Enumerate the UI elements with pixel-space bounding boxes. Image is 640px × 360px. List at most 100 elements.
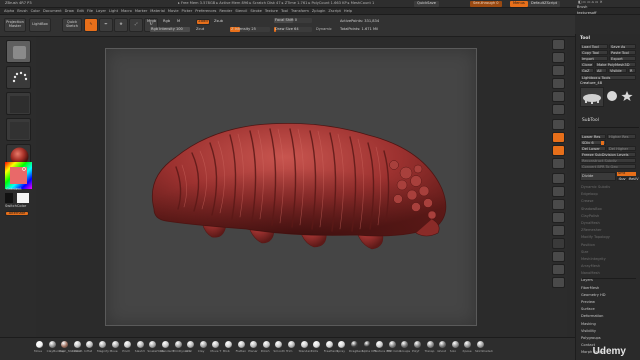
switch-color-button[interactable]: SwitchColor	[5, 204, 26, 209]
rotate-icon[interactable]	[552, 225, 565, 236]
m-button[interactable]: M	[177, 19, 180, 24]
shelf-clay-icon[interactable]	[199, 341, 207, 348]
gradient-label[interactable]: Gradient	[6, 187, 22, 192]
scale-button[interactable]: ⤢	[129, 18, 143, 32]
shelf-dots-icon[interactable]	[313, 341, 321, 348]
zsub-button[interactable]: Zsub	[214, 19, 223, 24]
menu-item-zplugin[interactable]: Zplugin	[312, 9, 326, 14]
quick-sketch-button[interactable]: Quick Sketch	[62, 18, 82, 32]
higher-res-button[interactable]: Higher Res	[607, 134, 636, 139]
shelf-claybuildup-icon[interactable]	[48, 341, 56, 348]
shelf-standard-icon[interactable]	[300, 341, 308, 348]
shelf-orb-icon[interactable]	[187, 341, 195, 348]
sphere-tool-thumbnail[interactable]	[606, 87, 618, 101]
main-color-swatch[interactable]	[5, 193, 13, 203]
shelf-groups-icon[interactable]	[401, 341, 409, 348]
menu-item-layer[interactable]: Layer	[96, 9, 106, 14]
menu-item-alpha[interactable]: Alpha	[4, 9, 14, 14]
shelf-texture-off-icon[interactable]	[376, 341, 384, 348]
menu-item-material[interactable]: Material	[150, 9, 165, 14]
smt-toggle[interactable]: Smt	[617, 171, 636, 176]
draw-size-slider[interactable]: Draw Size 64	[274, 27, 312, 32]
zadd-button[interactable]: Zadd	[196, 19, 210, 25]
shelf-alpha-off-icon[interactable]	[363, 341, 371, 348]
menu-item-movie[interactable]: Movie	[168, 9, 179, 14]
texture-thumbnail[interactable]	[6, 118, 31, 141]
actual-icon[interactable]	[552, 91, 565, 102]
spix-icon[interactable]	[552, 52, 565, 63]
import-button[interactable]: Import	[580, 56, 608, 61]
bpr-icon[interactable]	[552, 39, 565, 50]
menu-item-draw[interactable]: Draw	[65, 9, 74, 14]
shelf-dam-standard-icon[interactable]	[61, 341, 69, 348]
tool-section-position[interactable]: Position	[581, 243, 636, 251]
shelf-transp-icon[interactable]	[426, 341, 434, 348]
del-higher-button[interactable]: Del Higher	[607, 146, 636, 151]
visible-button[interactable]: Visible	[608, 68, 627, 73]
default-zscript-button[interactable]: DefaultZScript	[528, 1, 561, 7]
see-through-slider[interactable]: See-through 0	[470, 1, 502, 7]
menu-item-file[interactable]: File	[87, 9, 93, 14]
scroll-icon[interactable]	[552, 65, 565, 76]
draw-button[interactable]: ✏	[99, 18, 113, 32]
floor-icon[interactable]	[552, 132, 565, 143]
menu-item-preferences[interactable]: Preferences	[195, 9, 216, 14]
copy-tool-button[interactable]: Copy Tool	[580, 50, 608, 55]
color-picker[interactable]	[5, 162, 32, 189]
suv-toggle[interactable]: Suv	[617, 177, 626, 181]
shelf-skinshade4-icon[interactable]	[477, 341, 484, 348]
stroke-thumbnail[interactable]	[6, 66, 31, 89]
standard-brush-thumbnail[interactable]	[6, 40, 31, 63]
shelf-polish-icon[interactable]	[262, 341, 270, 348]
document-canvas[interactable]	[105, 48, 477, 326]
make-polymesh3d-button[interactable]: Make PolyMesh3D	[595, 62, 636, 67]
subtool-header[interactable]: SubTool	[582, 118, 599, 123]
menu-item-macro[interactable]: Macro	[121, 9, 132, 14]
shelf-freehand-icon[interactable]	[325, 341, 333, 348]
quicksave-button[interactable]: QuickSave	[414, 1, 439, 7]
transp-icon[interactable]	[552, 251, 565, 262]
shelf-move-icon[interactable]	[111, 341, 119, 348]
save-as-button[interactable]: Save As	[609, 44, 636, 49]
menu-item-light[interactable]: Light	[109, 9, 118, 14]
goz-button[interactable]: GoZ	[580, 68, 594, 73]
current-tool-thumbnail[interactable]	[580, 87, 604, 107]
menu-item-render[interactable]: Render	[219, 9, 232, 14]
shelf-slash3-icon[interactable]	[136, 341, 144, 348]
shelf-polyf-icon[interactable]	[414, 341, 421, 348]
aahalf-icon[interactable]	[552, 104, 565, 115]
solo-icon[interactable]	[552, 264, 565, 275]
paste-tool-button[interactable]: Paste Tool	[609, 50, 636, 55]
shelf-spray-icon[interactable]	[338, 341, 346, 348]
menu-item-stroke[interactable]: Stroke	[250, 9, 261, 14]
r-button[interactable]: R	[628, 68, 636, 73]
load-tool-button[interactable]: Load Tool	[580, 44, 608, 49]
shelf-dragrect-icon[interactable]	[351, 341, 358, 348]
move-icon[interactable]	[552, 199, 565, 210]
rgb-intensity-slider[interactable]: Rgb Intensity 100	[150, 27, 190, 32]
edit-button[interactable]: ✎	[84, 18, 98, 32]
tool-title[interactable]: Tool	[580, 36, 590, 41]
z-intensity-slider[interactable]: Z Intensity 25	[230, 27, 270, 32]
shelf-move-t-icon[interactable]	[212, 341, 220, 348]
export-button[interactable]: Export	[609, 56, 636, 61]
zcut-button[interactable]: Zcut	[196, 27, 204, 32]
menu-item-tool[interactable]: Tool	[281, 9, 288, 14]
shelf-standard-icon[interactable]	[162, 341, 169, 348]
shelf-ghost-icon[interactable]	[439, 341, 447, 348]
shelf-hpolish-icon[interactable]	[73, 341, 81, 348]
menu-item-stencil[interactable]: Stencil	[235, 9, 247, 14]
lightbox-button[interactable]: LightBox	[29, 18, 51, 32]
lsym-icon[interactable]	[552, 158, 565, 169]
menu-item-help[interactable]: Help	[344, 9, 352, 14]
menu-item-texture[interactable]: Texture	[265, 9, 278, 14]
clone-button[interactable]: Clone	[580, 62, 594, 67]
all-button[interactable]: All	[595, 68, 607, 73]
menu-item-brush[interactable]: Brush	[17, 9, 27, 14]
shelf-snakehook-icon[interactable]	[149, 341, 157, 348]
dynamic-button[interactable]: Dynamic	[316, 27, 332, 32]
alternate-button[interactable]: Alternate	[5, 211, 29, 216]
scale-icon[interactable]	[552, 212, 565, 223]
xyz-icon[interactable]	[552, 173, 565, 184]
shelf-magnify-icon[interactable]	[99, 341, 106, 348]
